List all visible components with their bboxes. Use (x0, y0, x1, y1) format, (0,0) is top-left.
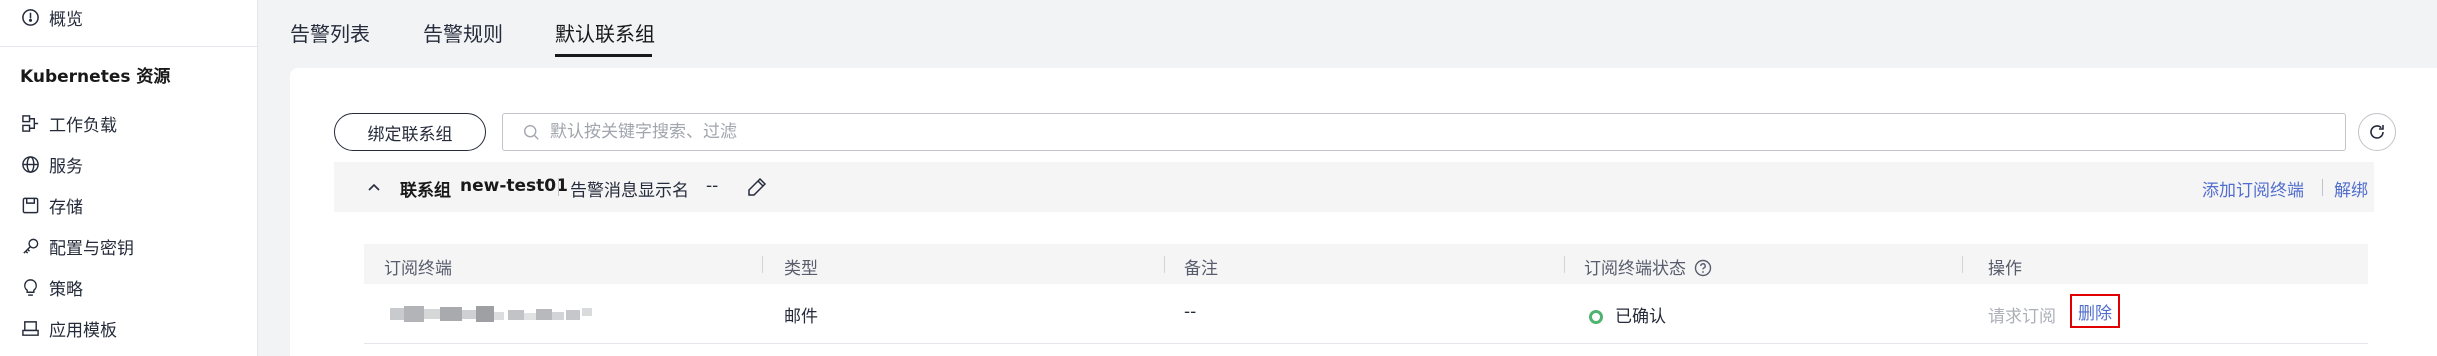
sidebar-item-label: 概览 (49, 9, 83, 30)
col-divider (1164, 256, 1165, 273)
bind-contact-group-button[interactable]: 绑定联系组 (334, 113, 486, 151)
col-divider (762, 256, 763, 273)
group-label: 联系组 (400, 181, 451, 201)
key-icon (20, 236, 40, 256)
sidebar-item-workload[interactable]: 工作负载 (20, 108, 117, 138)
delete-link[interactable]: 删除 (2070, 294, 2120, 328)
help-icon[interactable] (1694, 259, 1712, 277)
search-box[interactable] (502, 113, 2346, 151)
redacted-endpoint (390, 306, 592, 322)
status-ok-icon (1589, 310, 1603, 324)
group-name: new-test01 (460, 176, 568, 196)
refresh-button[interactable] (2358, 113, 2396, 151)
sidebar-item-label: 存储 (49, 197, 83, 218)
add-subscription-endpoint-link[interactable]: 添加订阅终端 (2202, 176, 2304, 201)
unbind-link[interactable]: 解绑 (2334, 176, 2368, 201)
col-divider (1564, 256, 1565, 273)
refresh-icon (2370, 125, 2384, 139)
template-icon (20, 318, 40, 338)
contact-group-header: 联系组 new-test01 告警消息显示名 -- 添加订阅终端 解绑 (334, 162, 2374, 212)
cell-remark: -- (1184, 302, 1197, 322)
workload-icon (20, 113, 40, 133)
edit-icon[interactable] (746, 176, 768, 198)
storage-icon (20, 195, 40, 215)
col-status: 订阅终端状态 (1584, 254, 1712, 279)
sidebar-item-config[interactable]: 配置与密钥 (20, 231, 134, 261)
search-input[interactable] (550, 122, 2250, 142)
message-display-label: 告警消息显示名 (570, 181, 689, 201)
sidebar-item-template[interactable]: 应用模板 (20, 313, 117, 343)
col-status-label: 订阅终端状态 (1584, 259, 1686, 279)
sidebar-item-label: 配置与密钥 (49, 238, 134, 259)
col-divider (1962, 256, 1963, 273)
tab-alarm-rules[interactable]: 告警规则 (423, 18, 503, 47)
message-display-value: -- (706, 176, 719, 196)
search-icon (524, 124, 539, 140)
col-remark: 备注 (1184, 259, 1218, 279)
link-divider (2322, 179, 2323, 196)
col-endpoint: 订阅终端 (384, 259, 452, 279)
cell-status: 已确认 (1589, 302, 1666, 327)
tab-alarm-list[interactable]: 告警列表 (290, 18, 370, 47)
col-operation: 操作 (1988, 259, 2022, 279)
sidebar-item-policy[interactable]: 策略 (20, 272, 83, 302)
sidebar: 概览 Kubernetes 资源 工作负载 服务 存储 配置与密钥 策略 应用模… (0, 0, 258, 356)
sidebar-divider (0, 46, 258, 47)
col-type: 类型 (784, 259, 818, 279)
table-header: 订阅终端 类型 备注 订阅终端状态 操作 (364, 244, 2368, 284)
dashboard-icon (20, 7, 40, 27)
sidebar-item-label: 应用模板 (49, 320, 117, 341)
sidebar-group-title: Kubernetes 资源 (20, 67, 171, 87)
chevron-up-icon[interactable] (364, 177, 384, 197)
active-tab-underline (555, 54, 652, 57)
table-row: 邮件 -- 已确认 请求订阅 删除 (364, 284, 2368, 344)
sidebar-item-storage[interactable]: 存储 (20, 190, 83, 220)
bulb-icon (20, 277, 40, 297)
globe-icon (20, 154, 40, 174)
sidebar-item-overview[interactable]: 概览 (20, 2, 83, 32)
request-subscription-link[interactable]: 请求订阅 (1988, 302, 2056, 327)
group-divider (558, 178, 559, 196)
tab-bar: 告警列表 告警规则 默认联系组 (258, 0, 2437, 68)
sidebar-item-service[interactable]: 服务 (20, 149, 83, 179)
sidebar-item-label: 策略 (49, 279, 83, 300)
sidebar-item-label: 服务 (49, 156, 83, 177)
status-text: 已确认 (1615, 307, 1666, 327)
cell-type: 邮件 (784, 307, 818, 327)
tab-default-contact-group[interactable]: 默认联系组 (555, 18, 655, 47)
sidebar-item-label: 工作负载 (49, 115, 117, 136)
